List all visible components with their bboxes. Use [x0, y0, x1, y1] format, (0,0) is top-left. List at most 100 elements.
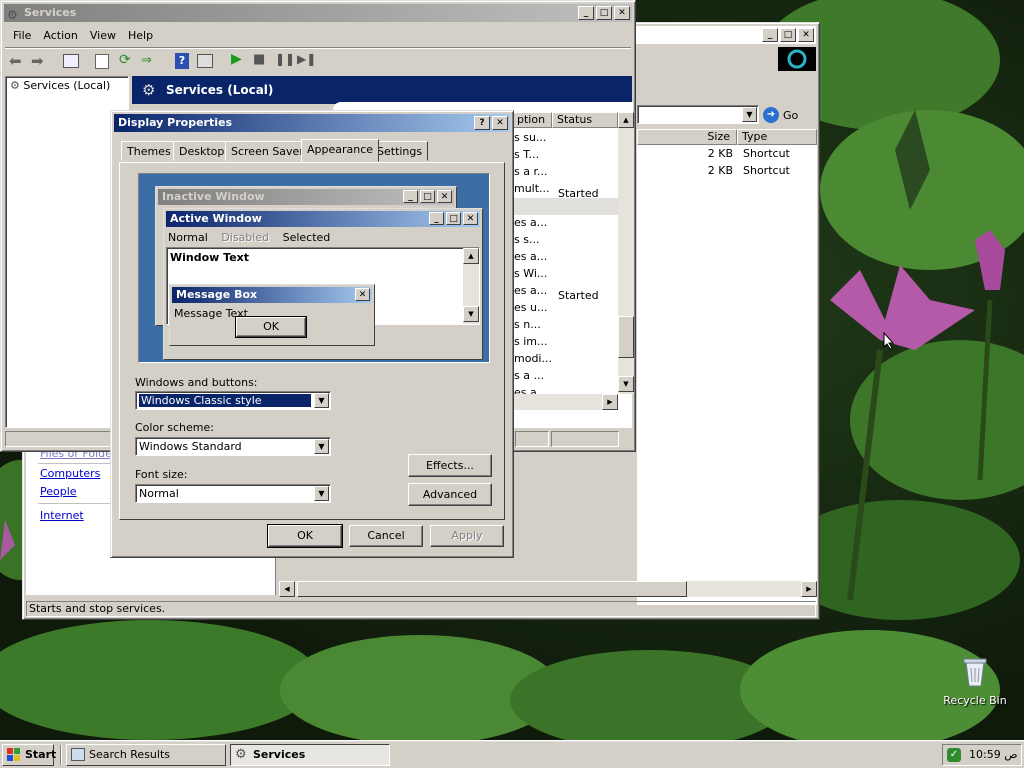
- search-window-caption-buttons: _ □ ✕: [760, 28, 814, 42]
- tab-desktop[interactable]: Desktop: [173, 141, 231, 161]
- advanced-button[interactable]: Advanced: [408, 483, 492, 506]
- table-row[interactable]: modi...: [514, 350, 618, 367]
- effects-button[interactable]: Effects...: [408, 454, 492, 477]
- services-caption-buttons: _ □ ✕: [576, 6, 630, 20]
- mmc-view-icon[interactable]: [197, 54, 213, 68]
- start-service-icon[interactable]: ▶: [231, 51, 242, 67]
- menu-view[interactable]: View: [84, 29, 122, 42]
- forward-icon[interactable]: ➡: [31, 52, 44, 70]
- services-header-band: ⚙ Services (Local): [132, 76, 632, 104]
- close-icon[interactable]: ✕: [492, 116, 508, 130]
- table-row[interactable]: mult... Started: [514, 180, 618, 200]
- maximize-icon[interactable]: □: [596, 6, 612, 20]
- chevron-down-icon[interactable]: ▼: [742, 107, 757, 122]
- table-row[interactable]: es a...: [514, 248, 618, 265]
- help-icon[interactable]: ?: [175, 53, 189, 69]
- scroll-down-icon[interactable]: ▼: [618, 376, 634, 392]
- tree-item-label: Services (Local): [23, 79, 111, 92]
- tab-themes[interactable]: Themes: [121, 141, 177, 161]
- minimize-icon[interactable]: _: [578, 6, 594, 20]
- table-row[interactable]: s a r...: [514, 163, 618, 180]
- color-scheme-select[interactable]: Windows Standard ▼: [135, 437, 331, 456]
- table-row[interactable]: s s...: [514, 231, 618, 248]
- column-header-size[interactable]: Size: [637, 129, 737, 145]
- table-row[interactable]: es a... Started: [514, 282, 618, 302]
- column-header-type[interactable]: Type: [737, 129, 817, 145]
- shield-icon[interactable]: ✓: [947, 748, 961, 762]
- chevron-down-icon[interactable]: ▼: [314, 439, 329, 454]
- link-people[interactable]: People: [40, 485, 77, 498]
- scroll-right-icon[interactable]: ▶: [602, 394, 618, 410]
- restart-service-icon[interactable]: ▶❚: [297, 52, 316, 66]
- taskbar-search-results[interactable]: Search Results: [66, 744, 226, 766]
- address-combo[interactable]: ▼: [637, 105, 759, 124]
- cancel-button[interactable]: Cancel: [349, 525, 423, 547]
- menu-action[interactable]: Action: [37, 29, 83, 42]
- tree-item-services-local[interactable]: ⚙ Services (Local): [10, 79, 110, 92]
- service-description-cell: s T...: [514, 148, 540, 161]
- minimize-icon: _: [429, 212, 444, 225]
- horizontal-scrollbar[interactable]: ▶: [512, 394, 618, 410]
- table-row[interactable]: s su...: [514, 129, 618, 146]
- pause-service-icon[interactable]: ❚❚: [275, 52, 295, 66]
- export-list-icon[interactable]: ⇒: [141, 53, 152, 68]
- display-properties-dialog[interactable]: Display Properties ? ✕ Themes Desktop Sc…: [110, 110, 514, 558]
- help-button[interactable]: ?: [474, 116, 490, 130]
- table-row[interactable]: s n...: [514, 316, 618, 333]
- start-button[interactable]: Start: [2, 744, 56, 766]
- scroll-right-icon[interactable]: ▶: [801, 581, 817, 597]
- table-row[interactable]: es u...: [514, 299, 618, 316]
- close-icon[interactable]: ✕: [798, 28, 814, 42]
- horizontal-scrollbar[interactable]: ◀ ▶: [279, 581, 817, 597]
- show-hide-console-tree-icon[interactable]: [63, 54, 79, 68]
- stop-service-icon[interactable]: ■: [253, 52, 265, 67]
- scroll-up-icon[interactable]: ▲: [618, 112, 634, 128]
- font-size-select[interactable]: Normal ▼: [135, 484, 331, 503]
- clock[interactable]: 10:59 ص: [969, 748, 1018, 761]
- result-size: 2 KB: [707, 164, 733, 177]
- back-icon[interactable]: ⬅: [9, 52, 22, 70]
- tab-appearance[interactable]: Appearance: [301, 139, 380, 162]
- column-header-status[interactable]: Status: [552, 112, 618, 128]
- column-header-description[interactable]: ption: [512, 112, 552, 128]
- table-row[interactable]: s Wi...: [514, 265, 618, 282]
- tab-settings[interactable]: Settings: [371, 141, 429, 161]
- menu-file[interactable]: File: [7, 29, 37, 42]
- services-toolbar: ⬅ ➡ ⟳ ⇒ ? ▶ ■ ❚❚ ▶❚: [5, 47, 631, 73]
- apply-button[interactable]: Apply: [430, 525, 504, 547]
- gears-icon: ⚙: [142, 81, 156, 99]
- preview-message-box-titlebar: Message Box ✕: [172, 287, 372, 303]
- chevron-down-icon[interactable]: ▼: [314, 393, 329, 408]
- tab-screen-saver[interactable]: Screen Saver: [225, 141, 310, 161]
- results-list[interactable]: 2 KB Shortcut 2 KB Shortcut: [637, 145, 817, 605]
- dialog-caption-buttons: ? ✕: [472, 116, 508, 130]
- color-scheme-label: Color scheme:: [135, 421, 214, 434]
- taskbar-services[interactable]: ⚙ Services: [230, 744, 390, 766]
- link-computers[interactable]: Computers: [40, 467, 100, 480]
- display-properties-titlebar[interactable]: Display Properties ? ✕: [114, 114, 510, 132]
- table-row[interactable]: s a ...: [514, 367, 618, 384]
- scroll-left-icon[interactable]: ◀: [279, 581, 295, 597]
- preview-active-caption-buttons: _ □ ✕: [427, 212, 478, 225]
- recycle-bin-icon[interactable]: [962, 656, 988, 688]
- maximize-icon[interactable]: □: [780, 28, 796, 42]
- table-row[interactable]: s T...: [514, 146, 618, 163]
- scroll-thumb[interactable]: [297, 581, 687, 597]
- menu-help[interactable]: Help: [122, 29, 159, 42]
- properties-icon[interactable]: [95, 54, 109, 69]
- table-row[interactable]: s im...: [514, 333, 618, 350]
- close-icon[interactable]: ✕: [614, 6, 630, 20]
- go-button[interactable]: ➜ Go: [763, 105, 798, 125]
- minimize-icon: _: [403, 190, 418, 203]
- vertical-scrollbar[interactable]: ▲ ▼: [618, 112, 634, 394]
- link-internet[interactable]: Internet: [40, 509, 84, 522]
- services-titlebar[interactable]: ⚙ Services _ □ ✕: [4, 4, 632, 22]
- scroll-thumb[interactable]: [618, 316, 634, 358]
- minimize-icon[interactable]: _: [762, 28, 778, 42]
- ok-button[interactable]: OK: [267, 524, 343, 548]
- table-row[interactable]: es a...: [514, 214, 618, 231]
- chevron-down-icon[interactable]: ▼: [314, 486, 329, 501]
- windows-buttons-select[interactable]: Windows Classic style ▼: [135, 391, 331, 410]
- windows-buttons-label: Windows and buttons:: [135, 376, 258, 389]
- refresh-icon[interactable]: ⟳: [119, 52, 131, 68]
